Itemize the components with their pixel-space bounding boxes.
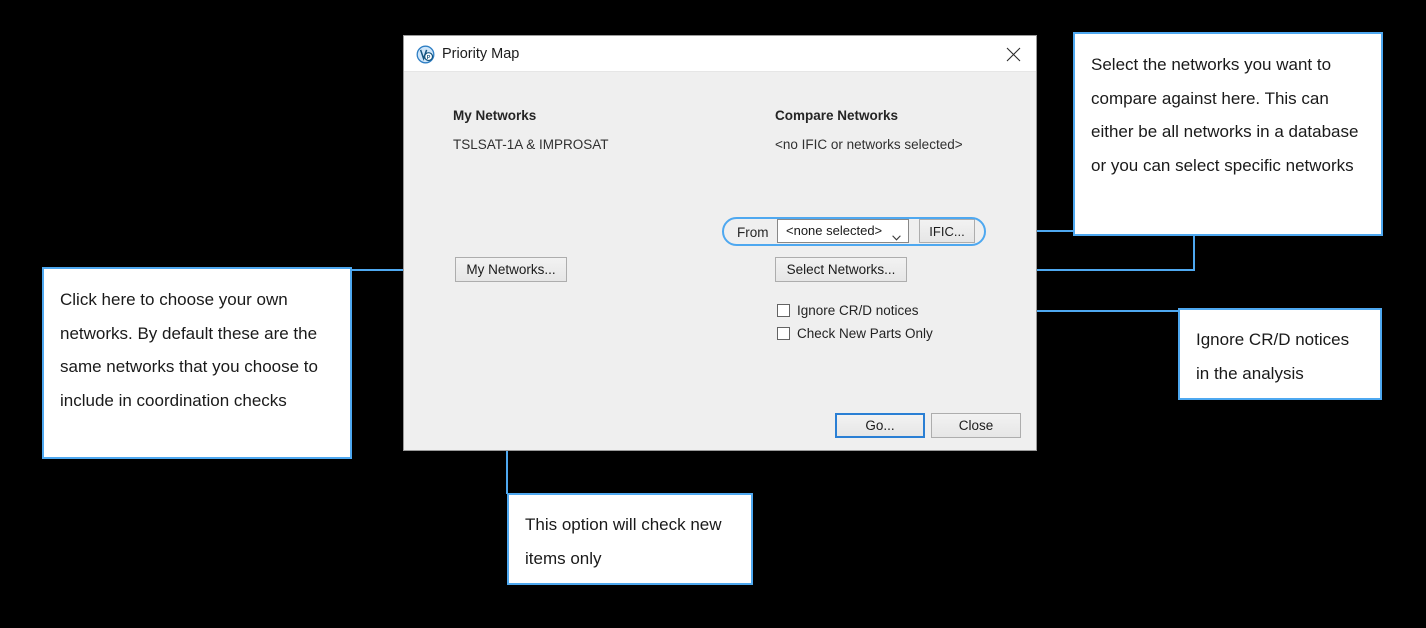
go-button[interactable]: Go... xyxy=(835,413,925,438)
checkbox-box xyxy=(777,327,790,340)
checkbox-box xyxy=(777,304,790,317)
compare-networks-value: <no IFIC or networks selected> xyxy=(775,137,963,152)
select-networks-button[interactable]: Select Networks... xyxy=(775,257,907,282)
callout-ignore-notices: Ignore CR/D notices in the analysis xyxy=(1178,308,1382,400)
vp-logo-icon: P xyxy=(416,45,435,64)
my-networks-header: My Networks xyxy=(453,108,537,123)
window-title: Priority Map xyxy=(442,46,520,62)
dialog-titlebar: P Priority Map xyxy=(404,36,1036,72)
close-button[interactable]: Close xyxy=(931,413,1021,438)
from-row-highlight xyxy=(722,217,986,246)
check-new-parts-only-label: Check New Parts Only xyxy=(797,326,933,341)
callout-compare-networks: Select the networks you want to compare … xyxy=(1073,32,1383,236)
compare-networks-header: Compare Networks xyxy=(775,108,899,123)
ignore-crd-notices-checkbox[interactable]: Ignore CR/D notices xyxy=(777,303,919,318)
callout-new-parts: This option will check new items only xyxy=(507,493,753,585)
callout-my-networks: Click here to choose your own networks. … xyxy=(42,267,352,459)
connector-ific-vertical xyxy=(1193,230,1195,271)
my-networks-value: TSLSAT-1A & IMPROSAT xyxy=(453,137,609,152)
svg-text:P: P xyxy=(427,55,431,61)
ignore-crd-notices-label: Ignore CR/D notices xyxy=(797,303,919,318)
my-networks-button[interactable]: My Networks... xyxy=(455,257,567,282)
close-icon[interactable] xyxy=(990,36,1036,72)
check-new-parts-only-checkbox[interactable]: Check New Parts Only xyxy=(777,326,933,341)
